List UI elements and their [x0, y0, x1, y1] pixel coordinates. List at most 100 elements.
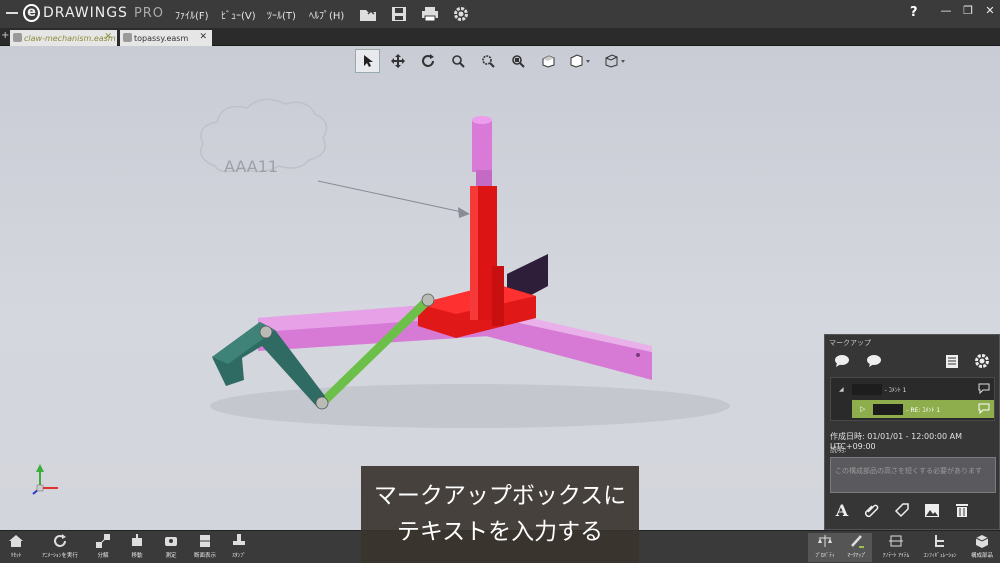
cloud-markup-text: AAA11	[224, 157, 278, 176]
gear-icon[interactable]	[451, 4, 471, 24]
rotate-icon[interactable]	[415, 49, 440, 73]
tab-topassy[interactable]: topassy.easm ✕	[120, 30, 212, 46]
annotate-icon	[887, 533, 905, 549]
pink-shaft	[472, 120, 492, 172]
axis-triad	[32, 464, 58, 495]
comment-label: - ｺﾒﾝﾄ 1	[884, 386, 907, 394]
section-icon	[196, 533, 214, 549]
components-button[interactable]: 構成部品	[966, 533, 998, 562]
move-icon	[128, 533, 146, 549]
tag-icon[interactable]	[893, 501, 911, 519]
menu-file[interactable]: ﾌｧｲﾙ(F)	[175, 7, 209, 22]
menu-help[interactable]: ﾍﾙﾌﾟ(H)	[309, 7, 344, 22]
tab-close-button[interactable]: ✕	[199, 32, 207, 42]
stamp-button[interactable]: ｽﾀﾝﾌﾟ	[226, 533, 252, 562]
reply-comment-icon[interactable]	[865, 352, 883, 370]
attach-icon[interactable]	[863, 501, 881, 519]
stamp-icon	[230, 533, 248, 549]
explode-label: 分解	[97, 553, 109, 559]
select-icon[interactable]	[355, 49, 380, 73]
markup-panel: マークアップ ◢ - ｺﾒﾝﾄ 1 ▷ - RE: ｺﾒﾝﾄ 1 作成日時: 0…	[824, 334, 1000, 530]
move-button[interactable]: 移動	[124, 533, 150, 562]
magenta-leg-right	[486, 316, 652, 380]
markup-panel-title: マークアップ	[829, 339, 871, 347]
add-tab-button[interactable]: +	[1, 30, 9, 41]
assembly-icon	[123, 33, 132, 42]
image-icon[interactable]	[923, 501, 941, 519]
restore-button[interactable]: ❐	[957, 2, 979, 18]
properties-button[interactable]: ﾌﾟﾛﾊﾟﾃｨ	[808, 533, 842, 562]
zoom-to-area-icon[interactable]	[475, 49, 500, 73]
tab-close-button[interactable]: ✕	[104, 32, 112, 42]
home-icon	[7, 533, 25, 549]
comment-row[interactable]: ◢ - ｺﾒﾝﾄ 1	[831, 380, 994, 398]
document-tabs: + claw-mechanism.easm ✕ topassy.easm ✕	[0, 28, 1000, 46]
floor-shadow	[210, 384, 730, 428]
run-animation-button[interactable]: ｱﾆﾒｰｼｮﾝを実行	[32, 533, 88, 562]
save-icon[interactable]	[389, 4, 409, 24]
components-icon	[973, 533, 991, 549]
author-redacted	[873, 403, 904, 415]
collapse-triangle-icon[interactable]: ◢	[839, 386, 844, 393]
properties-label: ﾌﾟﾛﾊﾟﾃｨ	[815, 553, 835, 559]
tab-label: claw-mechanism.easm	[24, 33, 116, 43]
reset-button[interactable]: ﾘｾｯﾄ	[2, 533, 30, 562]
open-folder-icon[interactable]	[358, 4, 378, 24]
print-icon[interactable]	[420, 4, 440, 24]
measure-button[interactable]: 測定	[158, 533, 184, 562]
reply-edit-icon[interactable]	[978, 403, 990, 416]
title-bar: e DRAWINGS PRO ﾌｧｲﾙ(F) ﾋﾞｭｰ(V) ﾂｰﾙ(T) ﾍﾙ…	[0, 0, 1000, 28]
explode-button[interactable]: 分解	[90, 533, 116, 562]
explode-icon	[94, 533, 112, 549]
help-button[interactable]: ?	[910, 5, 918, 20]
zoom-to-fit-icon[interactable]	[505, 49, 530, 73]
menu-view[interactable]: ﾋﾞｭｰ(V)	[221, 7, 256, 22]
settings-gear-icon[interactable]	[973, 352, 991, 370]
zoom-icon[interactable]	[445, 49, 470, 73]
delete-icon[interactable]	[953, 501, 971, 519]
configuration-button[interactable]: ｺﾝﾌｨｷﾞｭﾚｰｼｮﾝ	[918, 533, 962, 562]
move-label: 移動	[131, 553, 143, 559]
display-style-icon[interactable]	[565, 49, 595, 73]
pan-icon[interactable]	[385, 49, 410, 73]
subtitle-caption: マークアップボックスに テキストを入力する	[361, 466, 639, 563]
wireframe-icon[interactable]	[600, 49, 630, 73]
logo-e: e	[23, 4, 40, 22]
assembly-icon	[13, 33, 22, 42]
comment-tree: ◢ - ｺﾒﾝﾄ 1 ▷ - RE: ｺﾒﾝﾄ 1	[830, 377, 995, 421]
measure-icon	[162, 533, 180, 549]
reply-row[interactable]: ▷ - RE: ｺﾒﾝﾄ 1	[852, 400, 994, 418]
markup-table-icon[interactable]	[943, 352, 961, 370]
run-animation-label: ｱﾆﾒｰｼｮﾝを実行	[42, 553, 78, 559]
close-window-button[interactable]: ✕	[979, 2, 1000, 18]
components-label: 構成部品	[970, 553, 993, 559]
annotate-items-label: ｱﾉﾃｰﾄ ｱｲﾃﾑ	[882, 553, 910, 559]
configuration-label: ｺﾝﾌｨｷﾞｭﾚｰｼｮﾝ	[923, 553, 957, 559]
configuration-icon	[931, 533, 949, 549]
add-comment-icon[interactable]	[833, 352, 851, 370]
minimize-button[interactable]: —	[935, 2, 957, 18]
logo-line	[6, 12, 18, 14]
standard-views-icon[interactable]	[535, 49, 560, 73]
author-redacted	[851, 383, 882, 395]
view-toolbar	[355, 48, 635, 74]
comment-reply-icon[interactable]	[978, 383, 990, 396]
animation-icon	[51, 533, 69, 549]
description-input[interactable]: この構成部品の高さを短くする必要があります	[830, 457, 996, 493]
section-view-label: 断面表示	[193, 553, 216, 559]
app-edition: PRO	[133, 5, 165, 21]
properties-icon	[816, 533, 834, 549]
reset-label: ﾘｾｯﾄ	[10, 553, 22, 559]
text-format-icon[interactable]: A	[833, 501, 851, 520]
menu-tools[interactable]: ﾂｰﾙ(T)	[267, 7, 296, 22]
app-logo: e DRAWINGS PRO	[6, 4, 164, 22]
description-label: 説明:	[830, 446, 847, 454]
created-date: 作成日時: 01/01/01 - 12:00:00 AM UTC+09:00	[830, 432, 962, 451]
expand-triangle-icon[interactable]: ▷	[860, 405, 865, 413]
section-view-button[interactable]: 断面表示	[190, 533, 220, 562]
tab-claw-mechanism[interactable]: claw-mechanism.easm ✕	[10, 30, 117, 46]
annotate-items-button[interactable]: ｱﾉﾃｰﾄ ｱｲﾃﾑ	[876, 533, 916, 562]
tab-label: topassy.easm	[134, 33, 189, 43]
stamp-label: ｽﾀﾝﾌﾟ	[232, 553, 246, 559]
markup-button[interactable]: ﾏｰｸｱｯﾌﾟ	[842, 533, 872, 562]
